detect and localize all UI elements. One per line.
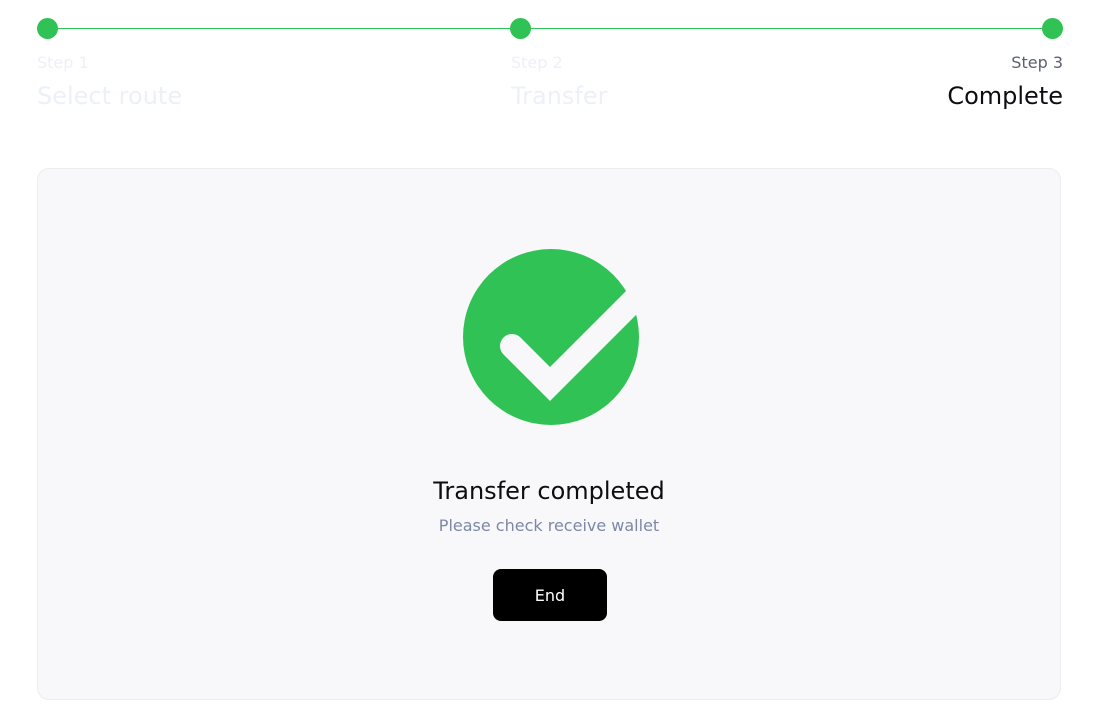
result-title: Transfer completed xyxy=(433,477,665,505)
step-1-title: Select route xyxy=(37,82,183,110)
step-3-number: Step 3 xyxy=(1011,53,1063,72)
step-2-title: Transfer xyxy=(511,82,608,110)
stepper-progress-line xyxy=(47,28,1053,29)
stepper: Step 1 Select route Step 2 Transfer Step… xyxy=(37,18,1063,118)
step-2-dot xyxy=(510,18,531,39)
step-3: Step 3 Complete xyxy=(947,52,1063,111)
step-1-dot xyxy=(37,18,58,39)
result-card: Transfer completed Please check receive … xyxy=(37,168,1061,700)
step-1: Step 1 Select route xyxy=(37,52,182,111)
result-subtitle: Please check receive wallet xyxy=(438,516,660,535)
step-1-number: Step 1 xyxy=(37,53,89,72)
check-circle-icon xyxy=(463,249,640,425)
step-3-title: Complete xyxy=(947,82,1063,110)
step-2-number: Step 2 xyxy=(511,53,563,72)
end-button[interactable]: End xyxy=(493,569,607,621)
step-3-dot xyxy=(1042,18,1063,39)
step-2: Step 2 Transfer xyxy=(511,52,608,111)
